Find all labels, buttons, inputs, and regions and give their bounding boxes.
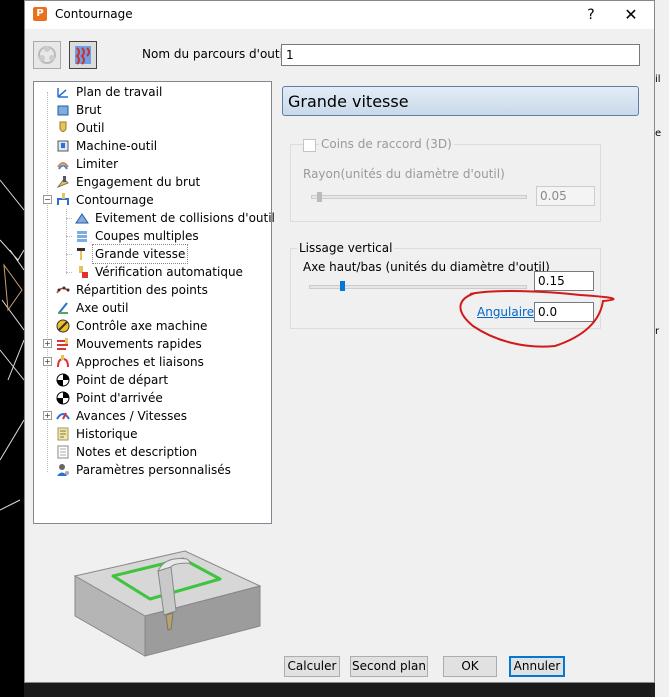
tree-item-label: Coupes multiples (95, 229, 199, 243)
pattern-icon (75, 46, 91, 65)
tree-item-label: Brut (76, 103, 102, 117)
stock-icon (57, 105, 69, 116)
end-point-icon (56, 391, 70, 405)
tree-item-label: Evitement de collisions d'outil (95, 211, 275, 225)
angular-link[interactable]: Angulaire (477, 305, 534, 319)
tree-item-label: Point de départ (76, 373, 169, 387)
vertical-smoothing-legend: Lissage vertical (297, 241, 395, 255)
user-parameters-icon (57, 464, 69, 476)
history-icon (57, 427, 69, 441)
contournage-dialog: P Contournage ? ✕ Nom du parcours d'outi… (24, 0, 655, 683)
tree-guide-line (66, 236, 72, 237)
angular-input[interactable]: 0.0 (534, 302, 594, 322)
background-button[interactable]: Second plan (350, 656, 428, 677)
tree-item-label: Axe outil (76, 301, 129, 315)
corner-smoothing-checkbox[interactable] (303, 139, 316, 152)
tool-icon (59, 121, 67, 132)
axis-updown-input[interactable]: 0.15 (534, 271, 594, 291)
tree-expand-toggle[interactable]: + (43, 411, 52, 420)
axis-updown-slider-thumb[interactable] (340, 281, 345, 291)
tree-item-label: Vérification automatique (95, 265, 243, 279)
tree-item-label: Machine-outil (76, 139, 158, 153)
radius-slider[interactable] (311, 195, 527, 199)
toolpath-preview-toggle[interactable] (69, 41, 97, 69)
tree-item-label: Plan de travail (76, 85, 163, 99)
tree-item-label: Avances / Vitesses (76, 409, 187, 423)
tree-item-label: Paramètres personnalisés (76, 463, 231, 477)
title-bar: P Contournage ? ✕ (25, 1, 654, 29)
corner-smoothing-group: Coins de raccord (3D) Rayon(unités du di… (290, 137, 601, 222)
section-header: Grande vitesse (282, 86, 639, 116)
background-text-fragment: e (655, 128, 662, 139)
gear-cluster-icon (38, 46, 56, 64)
radius-input[interactable]: 0.05 (536, 186, 595, 206)
background-text-fragment: r (655, 326, 660, 337)
toolpath-name-input[interactable]: 1 (281, 44, 640, 66)
toolpath-name-label: Nom du parcours d'outil (142, 47, 287, 61)
tree-guide-line (66, 272, 72, 273)
app-icon: P (33, 7, 47, 21)
tree-item-label: Répartition des points (76, 283, 208, 297)
workplane-icon (57, 88, 68, 98)
limit-icon (57, 162, 69, 170)
ok-button[interactable]: OK (443, 656, 497, 677)
tree-item-label: Mouvements rapides (76, 337, 202, 351)
background-window-edge: il e r (655, 0, 669, 697)
background-wireframe (0, 179, 24, 511)
toolpath-options-button[interactable] (33, 41, 61, 69)
tree-guide-line (66, 218, 72, 219)
tree-item-label: Contrôle axe machine (76, 319, 208, 333)
tree-guide-line (66, 254, 72, 255)
tree-item-label: Limiter (76, 157, 119, 171)
axis-updown-label: Axe haut/bas (unités du diamètre d'outil… (303, 260, 550, 274)
window-title: Contournage (55, 7, 133, 21)
vertical-smoothing-group: Lissage vertical Axe haut/bas (unités du… (290, 241, 601, 329)
tree-item-label: Grande vitesse (91, 244, 189, 264)
start-point-icon (56, 373, 70, 387)
help-button[interactable]: ? (581, 5, 601, 25)
tree-expand-toggle[interactable]: + (43, 339, 52, 348)
notes-icon (57, 445, 69, 459)
high-speed-icon (77, 248, 85, 260)
cancel-button[interactable]: Annuler (509, 656, 565, 677)
corner-smoothing-label: Coins de raccord (3D) (319, 137, 454, 151)
contour-strategy-icon (57, 193, 69, 205)
background-cad-viewport (0, 0, 24, 697)
radius-slider-thumb[interactable] (317, 192, 322, 202)
radius-label: Rayon(unités du diamètre d'outil) (303, 167, 505, 181)
calculate-button[interactable]: Calculer (284, 656, 340, 677)
background-text-fragment: il (655, 74, 661, 85)
point-distribution-icon (56, 286, 70, 294)
machine-axis-control-icon (56, 319, 70, 333)
collision-avoidance-icon (75, 213, 89, 224)
auto-verification-icon (79, 266, 88, 278)
close-button[interactable]: ✕ (619, 5, 643, 25)
tree-collapse-toggle[interactable]: − (43, 195, 52, 204)
settings-tree: Plan de travail Brut Outil Machine-outil… (33, 81, 275, 524)
multiple-cuts-icon (77, 231, 87, 242)
tree-item-label: Notes et description (76, 445, 198, 459)
tree-item-label: Point d'arrivée (76, 391, 163, 405)
leads-links-icon (57, 355, 69, 368)
machine-tool-icon (57, 140, 69, 152)
tree-expand-toggle[interactable]: + (43, 357, 52, 366)
tree-item-label: Engagement du brut (76, 175, 201, 189)
feeds-speeds-icon (56, 412, 70, 420)
stock-engagement-icon (56, 176, 69, 189)
tree-item-label: Historique (76, 427, 138, 441)
tree-item-label: Approches et liaisons (76, 355, 204, 369)
tool-axis-icon (58, 302, 68, 314)
rapid-moves-icon (57, 338, 68, 350)
section-title: Grande vitesse (288, 92, 409, 111)
tree-item-label: Outil (76, 121, 105, 135)
tree-item-label: Contournage (76, 193, 154, 207)
toolpath-preview-image (73, 550, 262, 657)
